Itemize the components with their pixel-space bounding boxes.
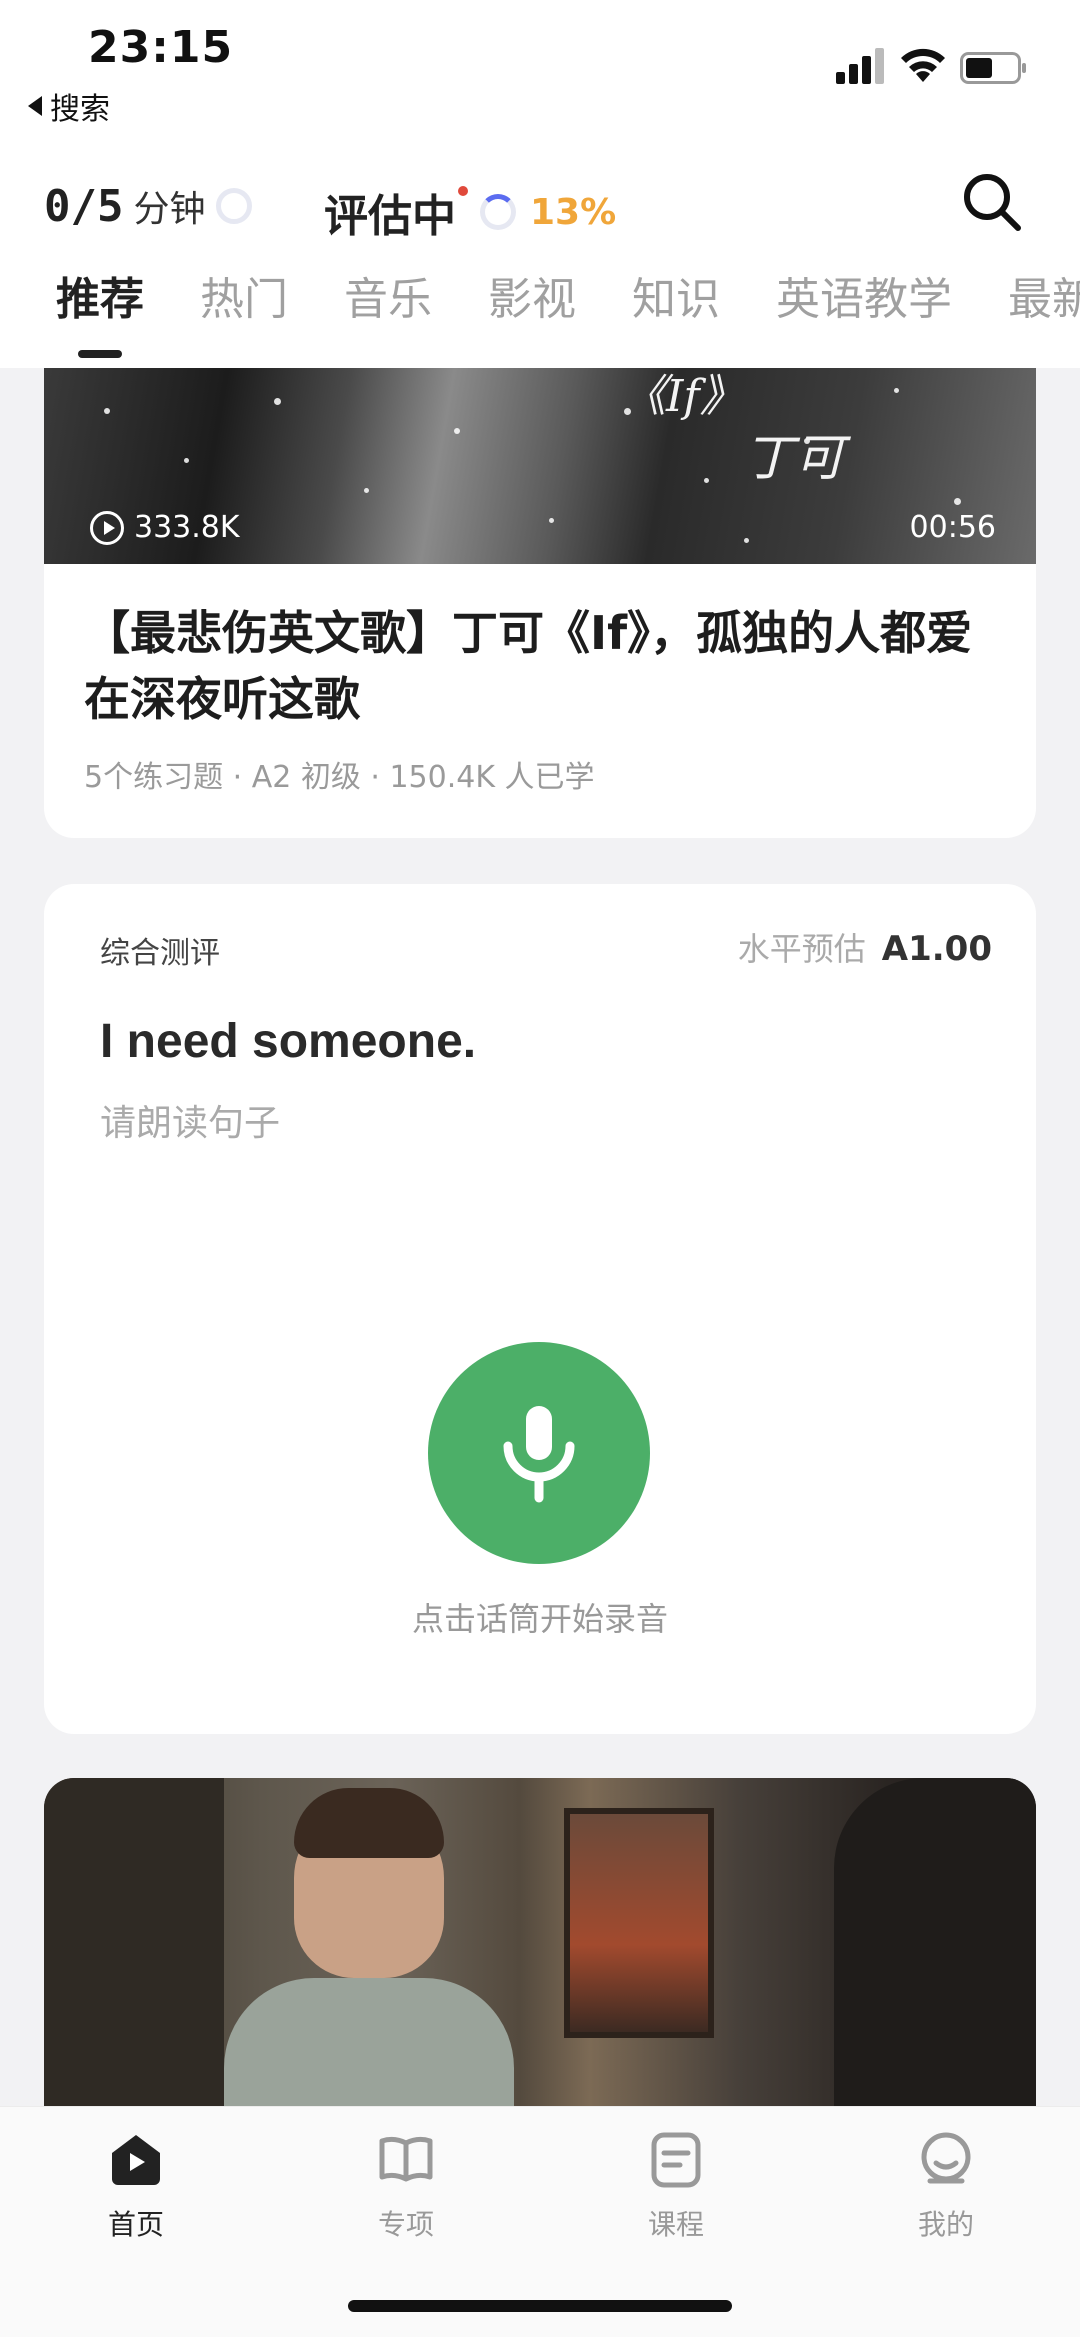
tab-popular[interactable]: 热门	[200, 268, 288, 368]
search-icon[interactable]	[960, 170, 1024, 234]
scene-person-hair	[294, 1788, 444, 1858]
video-meta: 5个练习题 · A2 初级 · 150.4K 人已学	[84, 760, 595, 795]
snow-dot	[184, 458, 189, 463]
scene-person-right	[834, 1778, 1036, 2108]
nav-special-label: 专项	[377, 2208, 434, 2241]
top-header: 0/5 分钟 评估中 13% 推荐 热门 音乐 影视 知识 英语教学 最新	[0, 150, 1080, 368]
practice-instruction: 请朗读句子	[100, 1103, 281, 1144]
snow-dot	[744, 538, 749, 543]
nav-profile[interactable]: 我的	[866, 2129, 1026, 2243]
view-count: 333.8K	[90, 510, 240, 545]
snow-dot	[104, 408, 110, 414]
nav-course[interactable]: 课程	[596, 2129, 756, 2243]
snow-dot	[364, 488, 369, 493]
microphone-icon	[503, 1406, 575, 1503]
assessment-label-text: 评估中	[324, 191, 456, 242]
scene-person-sweater	[224, 1978, 514, 2108]
snow-dot	[274, 398, 281, 405]
nav-course-label: 课程	[647, 2208, 704, 2241]
nav-profile-label: 我的	[917, 2208, 974, 2241]
battery-icon	[960, 52, 1026, 84]
view-count-value: 333.8K	[134, 510, 240, 545]
assessment-spinner-icon	[480, 194, 516, 230]
level-estimate-label: 水平预估	[737, 930, 866, 968]
book-icon	[379, 2136, 433, 2182]
back-to-search-link[interactable]: 搜索	[28, 84, 110, 128]
snow-dot	[954, 498, 961, 505]
practice-sentence: I need someone.	[100, 1015, 477, 1068]
tab-latest[interactable]: 最新	[1008, 268, 1080, 368]
video-title[interactable]: 【最悲伤英文歌】丁可《If》，孤独的人都爱在深夜听这歌	[84, 600, 1004, 732]
video-card-next[interactable]	[44, 1778, 1036, 2108]
tab-recommended[interactable]: 推荐	[56, 268, 144, 368]
tab-english-teaching[interactable]: 英语教学	[776, 268, 952, 368]
back-arrow-icon	[28, 96, 42, 116]
snow-dot	[704, 478, 709, 483]
assessment-label: 评估中	[324, 180, 468, 244]
thumbnail-artist: 丁可	[744, 429, 844, 487]
profile-icon	[921, 2132, 971, 2184]
level-estimate: 水平预估 A1.00	[738, 924, 992, 970]
nav-home-label: 首页	[107, 2208, 164, 2241]
minutes-progress-ring-icon	[215, 188, 252, 224]
wifi-icon	[901, 48, 945, 82]
record-button[interactable]	[428, 1342, 650, 1564]
level-estimate-value: A1.00	[881, 929, 992, 969]
tab-knowledge[interactable]: 知识	[632, 268, 720, 368]
course-icon	[651, 2132, 701, 2188]
notification-dot	[458, 186, 468, 196]
tab-film-tv[interactable]: 影视	[488, 268, 576, 368]
assessment-percent: 13%	[530, 191, 617, 233]
assessment-card: 综合测评 水平预估 A1.00 I need someone. 请朗读句子 点击…	[44, 884, 1036, 1734]
video-thumbnail-next[interactable]	[44, 1778, 1036, 2108]
snow-dot	[549, 518, 554, 523]
cellular-signal-icon	[836, 48, 884, 84]
tab-music[interactable]: 音乐	[344, 268, 432, 368]
video-card[interactable]: 《If》 丁可 333.8K 00:56 【最悲伤英文歌】丁可《If》，孤独的人…	[44, 368, 1036, 838]
status-bar: 23:15 搜索	[0, 0, 1080, 150]
video-duration: 00:56	[909, 510, 996, 545]
nav-special[interactable]: 专项	[326, 2129, 486, 2243]
play-circle-icon	[90, 510, 124, 545]
scene-poster	[564, 1808, 714, 2038]
video-thumbnail[interactable]: 《If》 丁可 333.8K 00:56	[44, 368, 1036, 564]
category-tabs: 推荐 热门 音乐 影视 知识 英语教学 最新	[0, 268, 1080, 368]
snow-dot	[454, 428, 460, 434]
back-label: 搜索	[50, 92, 110, 127]
assessment-card-label: 综合测评	[100, 936, 220, 971]
scene-doorway	[44, 1778, 224, 2108]
minutes-unit: 分钟	[133, 189, 206, 230]
assessment-status[interactable]: 评估中 13%	[324, 180, 616, 244]
home-indicator	[348, 2300, 732, 2312]
status-time: 23:15	[88, 22, 234, 73]
daily-minutes-goal[interactable]: 0/5 分钟	[44, 180, 252, 232]
snow-dot	[894, 388, 899, 393]
minutes-value: 0/5	[44, 180, 124, 232]
nav-home[interactable]: 首页	[56, 2129, 216, 2243]
thumbnail-song-title: 《If》	[622, 371, 744, 422]
record-hint: 点击话筒开始录音	[411, 1600, 668, 1638]
home-play-icon	[112, 2135, 160, 2185]
